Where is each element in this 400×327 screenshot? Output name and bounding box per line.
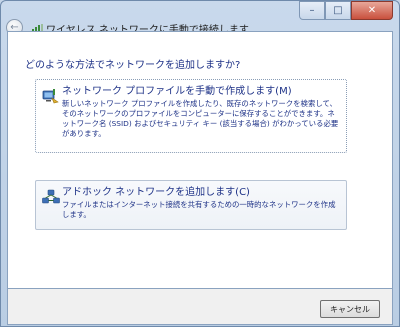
manual-profile-description: 新しいネットワーク プロファイルを作成したり、既存のネットワークを検索して、その…: [62, 99, 339, 138]
manual-profile-title: ネットワーク プロファイルを手動で作成します(M): [62, 86, 292, 97]
footer-bar: キャンセル: [7, 289, 393, 325]
adhoc-network-icon: [42, 189, 60, 204]
close-button[interactable]: ✕: [351, 1, 393, 20]
cancel-button[interactable]: キャンセル: [320, 300, 380, 318]
adhoc-network-title: アドホック ネットワークを追加します(C): [62, 187, 250, 198]
prompt-text: どのような方法でネットワークを追加しますか?: [25, 60, 241, 71]
adhoc-network-description: ファイルまたはインターネット接続を共有するための一時的なネットワークを作成します…: [62, 200, 336, 219]
minimize-button[interactable]: –: [299, 1, 325, 20]
window-controls: – □ ✕: [299, 1, 393, 20]
maximize-button[interactable]: □: [325, 1, 351, 20]
manual-profile-option[interactable]: ネットワーク プロファイルを手動で作成します(M) 新しいネットワーク プロファ…: [35, 79, 347, 153]
adhoc-network-option[interactable]: アドホック ネットワークを追加します(C) ファイルまたはインターネット接続を共…: [35, 180, 347, 230]
network-profile-icon: [42, 89, 59, 104]
wizard-window: – □ ✕ ← ワイヤレス ネットワークに手動で接続します どのような方法でネッ…: [0, 0, 400, 327]
